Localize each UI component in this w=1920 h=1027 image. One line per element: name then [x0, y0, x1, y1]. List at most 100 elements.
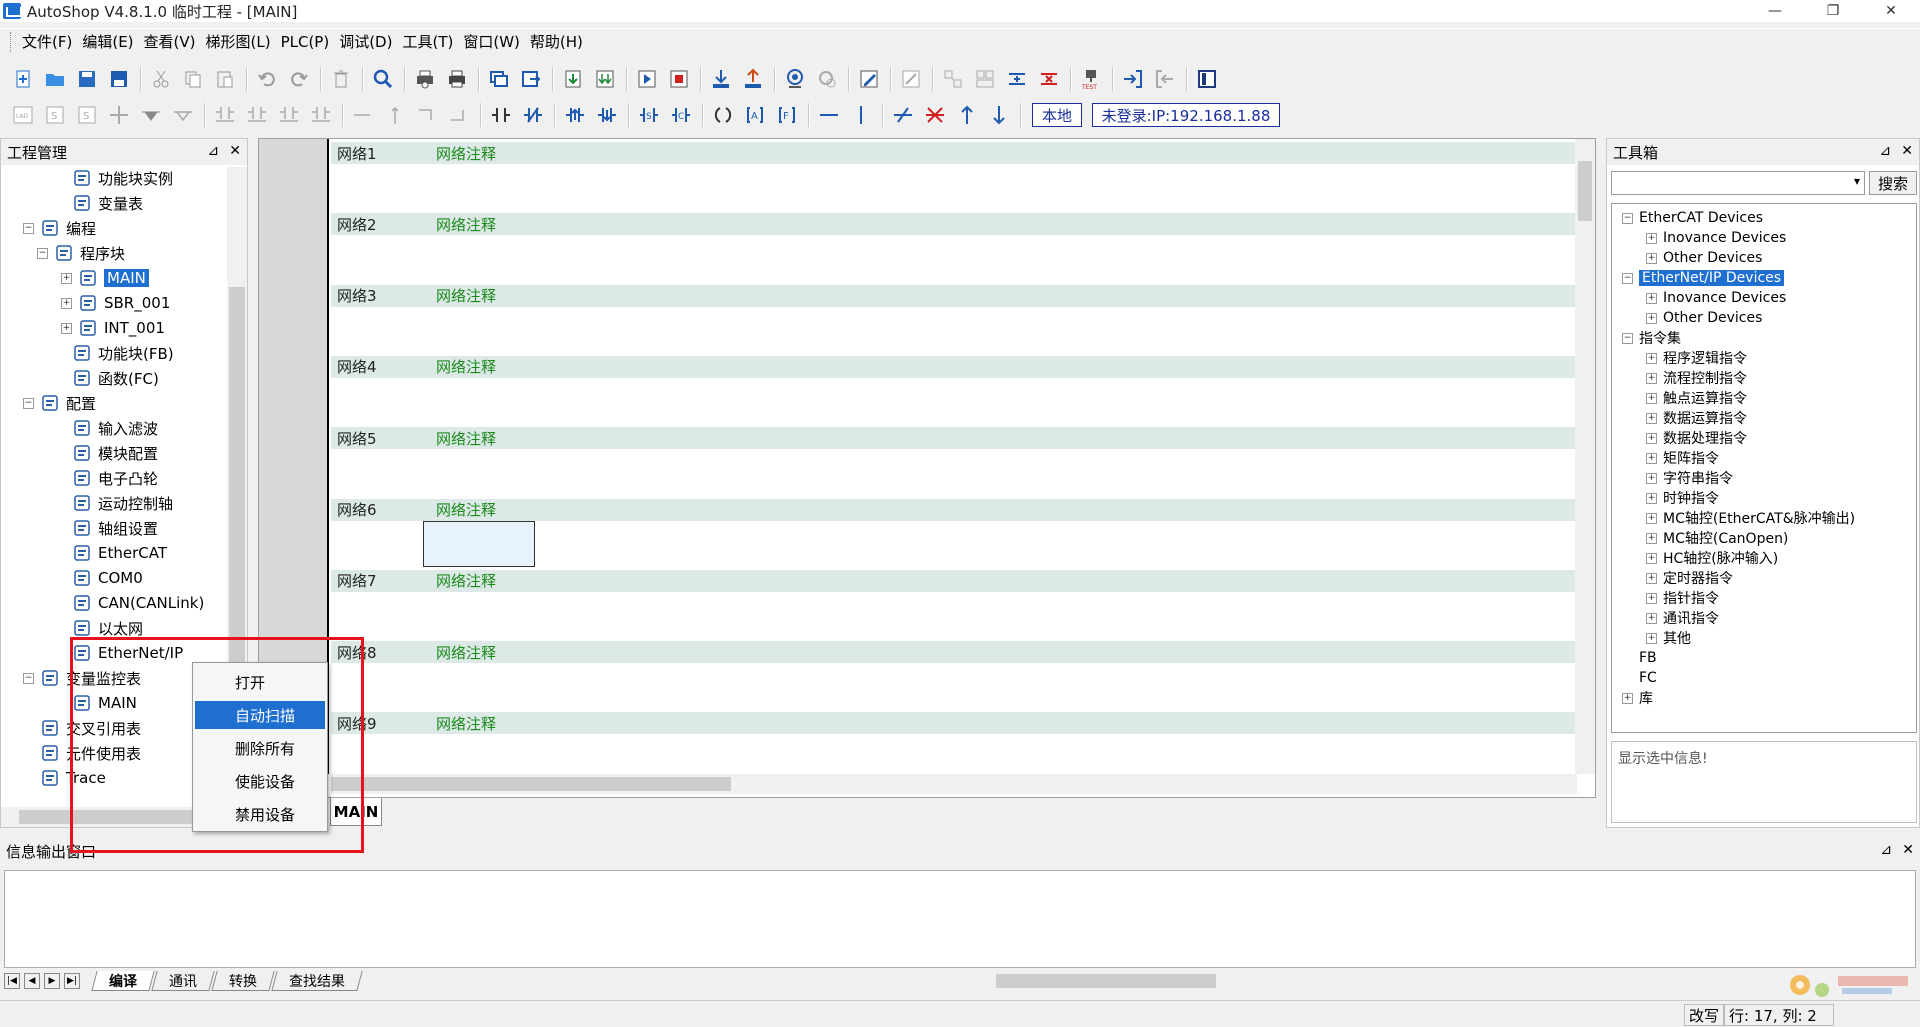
login-button[interactable]	[1118, 65, 1148, 93]
collapse-icon[interactable]: −	[1622, 272, 1633, 284]
expand-icon[interactable]: +	[1646, 292, 1657, 304]
collapse-icon[interactable]: −	[23, 222, 34, 234]
redo-button[interactable]	[284, 65, 314, 93]
tree-node[interactable]: Trace	[23, 767, 106, 789]
delete-line-button[interactable]	[920, 101, 950, 129]
expand-icon[interactable]: +	[1646, 572, 1657, 584]
next-tab-icon[interactable]: ▶	[44, 973, 60, 989]
undo-button[interactable]	[252, 65, 282, 93]
arrow-up-button[interactable]	[952, 101, 982, 129]
tree-node[interactable]: + SBR_001	[61, 292, 170, 314]
paste-button[interactable]	[210, 65, 240, 93]
menu-window[interactable]: 窗口(W)	[458, 30, 525, 54]
network-comment[interactable]: 网络注释	[436, 356, 496, 377]
branch-button[interactable]	[104, 101, 134, 129]
down-branch2-button[interactable]	[168, 101, 198, 129]
toolbox-node[interactable]: − EtherNet/IP Devices	[1622, 268, 1785, 288]
ladder-network[interactable]: 网络8 网络注释	[331, 641, 1577, 712]
ctx-disable-device[interactable]: 禁用设备	[195, 800, 325, 828]
expand-icon[interactable]: +	[1646, 372, 1657, 384]
expand-icon[interactable]: +	[1646, 492, 1657, 504]
network-header[interactable]: 网络1 网络注释	[331, 142, 1577, 164]
hline2-button[interactable]	[814, 101, 844, 129]
pin-icon[interactable]: ⊿	[1880, 143, 1892, 159]
network-comment[interactable]: 网络注释	[436, 499, 496, 520]
network-header[interactable]: 网络8 网络注释	[331, 641, 1577, 664]
stop-button[interactable]	[664, 65, 694, 93]
expand-icon[interactable]: +	[1646, 392, 1657, 404]
function-f-button[interactable]: F	[772, 101, 802, 129]
expand-icon[interactable]: +	[61, 272, 72, 284]
function-a-button[interactable]: A	[740, 101, 770, 129]
ladder-network[interactable]: 网络2 网络注释	[331, 213, 1577, 284]
find-button[interactable]	[368, 65, 398, 93]
coil-button[interactable]	[708, 101, 738, 129]
collapse-icon[interactable]: −	[23, 397, 34, 409]
tool-a-button[interactable]	[938, 65, 968, 93]
network-area[interactable]: 网络9 网络注释 网络8 网络注释 网络7 网络注释 网络6 网络注释 网络5 网络注释 网络4 网络…	[331, 139, 1577, 774]
cut-button[interactable]	[146, 65, 176, 93]
vline-button[interactable]	[380, 101, 410, 129]
toolbox-node[interactable]: + Inovance Devices	[1646, 228, 1786, 248]
tab-compile[interactable]: 编译	[91, 971, 155, 991]
ctx-open[interactable]: 打开	[195, 668, 325, 696]
tab-find-results[interactable]: 查找结果	[271, 971, 363, 991]
ladder-network[interactable]: 网络9 网络注释	[331, 712, 1577, 774]
scroll-thumb[interactable]	[1578, 161, 1592, 221]
sfc-mode-button[interactable]: S	[40, 101, 70, 129]
window-button[interactable]	[484, 65, 514, 93]
tree-node[interactable]: + MAIN	[61, 267, 149, 289]
tree-node[interactable]: MAIN	[55, 692, 137, 714]
menu-help[interactable]: 帮助(H)	[525, 30, 588, 54]
toolbox-node[interactable]: + MC轴控(EtherCAT&脉冲输出)	[1646, 508, 1855, 528]
scroll-thumb[interactable]	[229, 287, 245, 717]
print-preview-button[interactable]	[410, 65, 440, 93]
network-header[interactable]: 网络3 网络注释	[331, 284, 1577, 307]
rising-contact-button[interactable]	[560, 101, 590, 129]
hline-button[interactable]	[348, 101, 378, 129]
tree-node[interactable]: 交叉引用表	[23, 717, 141, 739]
corner2-button[interactable]	[444, 101, 474, 129]
ctx-enable-device[interactable]: 使能设备	[195, 767, 325, 795]
falling-contact-button[interactable]	[592, 101, 622, 129]
toolbox-node[interactable]: + 时钟指令	[1646, 488, 1719, 508]
toolbox-node[interactable]: + MC轴控(CanOpen)	[1646, 528, 1788, 548]
pin-icon[interactable]: ⊿	[1881, 842, 1893, 858]
down-branch-button[interactable]	[136, 101, 166, 129]
tree-node[interactable]: EtherCAT	[55, 542, 167, 564]
network-comment[interactable]: 网络注释	[436, 214, 496, 235]
set-contact-button[interactable]: S	[634, 101, 664, 129]
toolbox-node[interactable]: + Other Devices	[1646, 308, 1762, 328]
toolbox-node[interactable]: + 通讯指令	[1646, 608, 1719, 628]
menu-edit[interactable]: 编辑(E)	[77, 30, 138, 54]
toolbox-node[interactable]: + 触点运算指令	[1646, 388, 1747, 408]
tree-node[interactable]: 输入滤波	[55, 417, 158, 439]
nc-contact-button[interactable]	[518, 101, 548, 129]
menu-tools[interactable]: 工具(T)	[397, 30, 458, 54]
tree-node[interactable]: 功能块实例	[55, 167, 173, 189]
monitor-button[interactable]	[780, 65, 810, 93]
expand-icon[interactable]: +	[1646, 552, 1657, 564]
toolbox-node[interactable]: FB	[1622, 648, 1657, 668]
editor-vscroll[interactable]	[1575, 139, 1595, 774]
insert-row-button[interactable]	[1002, 65, 1032, 93]
expand-icon[interactable]: +	[1646, 432, 1657, 444]
menu-file[interactable]: 文件(F)	[17, 30, 77, 54]
network-header[interactable]: 网络5 网络注释	[331, 427, 1577, 450]
expand-icon[interactable]: +	[1646, 632, 1657, 644]
minimize-button[interactable]: —	[1746, 0, 1804, 22]
corner-button[interactable]	[412, 101, 442, 129]
local-button[interactable]: 本地	[1032, 103, 1082, 127]
expand-icon[interactable]: +	[1646, 412, 1657, 424]
expand-icon[interactable]: +	[1646, 352, 1657, 364]
editor-hscroll[interactable]	[331, 774, 1577, 794]
menu-ladder[interactable]: 梯形图(L)	[201, 30, 276, 54]
contact-nc-button[interactable]	[242, 101, 272, 129]
toolbox-node[interactable]: + Inovance Devices	[1646, 288, 1786, 308]
window-export-button[interactable]	[516, 65, 546, 93]
network-comment[interactable]: 网络注释	[436, 642, 496, 663]
tree-node[interactable]: 变量表	[55, 192, 143, 214]
ctx-delete-all[interactable]: 删除所有	[195, 734, 325, 762]
panel-toggle-button[interactable]	[1192, 65, 1222, 93]
contact-no-button[interactable]	[210, 101, 240, 129]
